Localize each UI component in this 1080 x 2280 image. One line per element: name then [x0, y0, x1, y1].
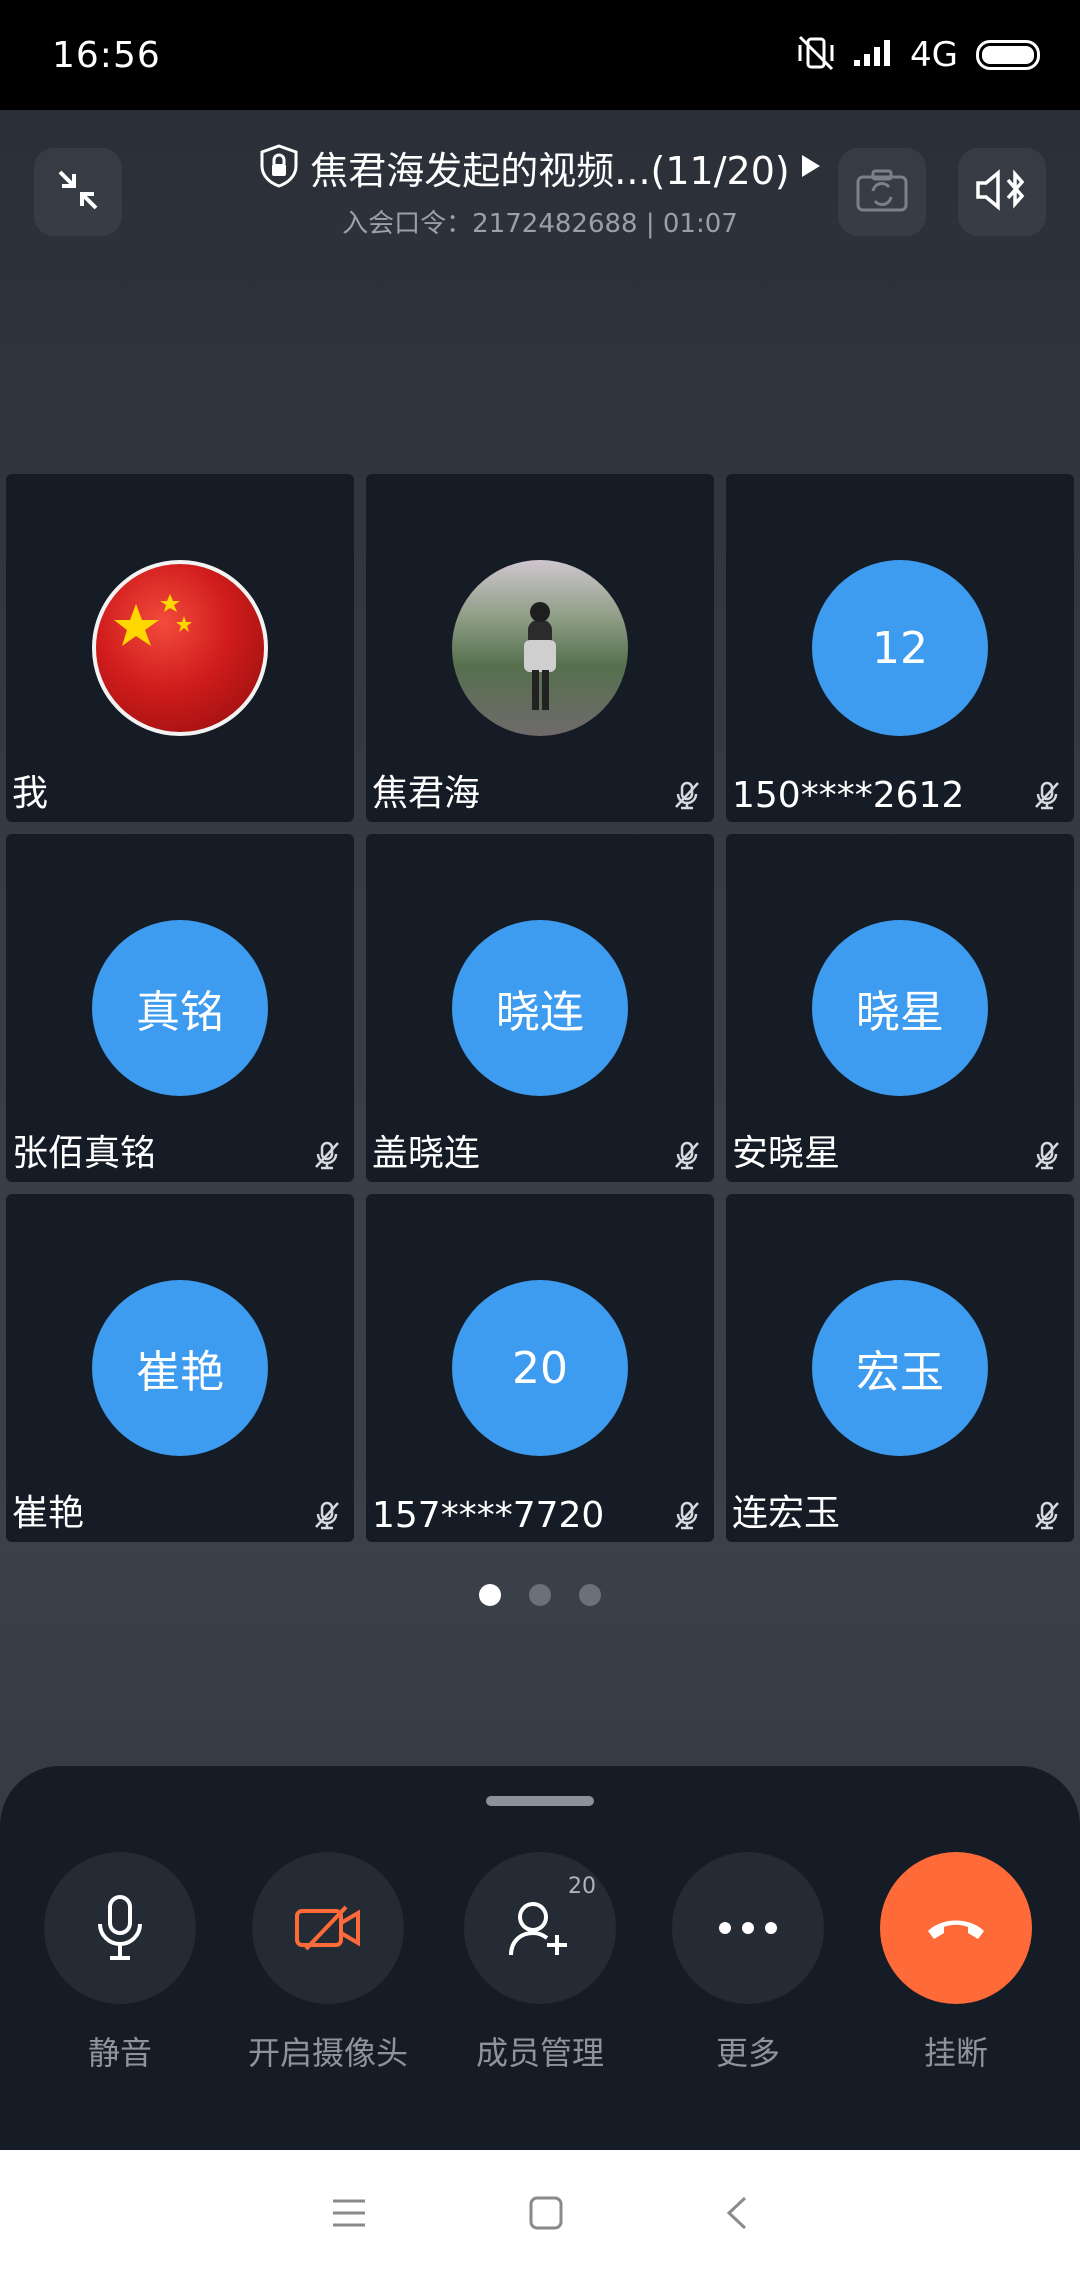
members-label: 成员管理	[475, 2034, 604, 2072]
participant-tile[interactable]: 20 157****7720	[366, 1194, 714, 1542]
members-control: 20 成员管理	[460, 1852, 620, 2074]
vibrate-off-icon	[796, 35, 836, 75]
participant-name: 盖晓连	[372, 1133, 481, 1174]
participant-name: 崔艳	[12, 1493, 85, 1534]
page-dot-3[interactable]	[579, 1584, 601, 1606]
avatar: 崔艳	[92, 1280, 268, 1456]
lock-icon	[258, 143, 300, 192]
mic-off-icon	[1035, 1141, 1059, 1170]
participant-tile[interactable]: 12 150****2612	[726, 474, 1074, 822]
play-arrow-icon	[800, 153, 822, 183]
participant-tile[interactable]: 晓星 安晓星	[726, 834, 1074, 1182]
participant-name: 安晓星	[732, 1133, 841, 1174]
audio-output-button[interactable]	[958, 148, 1046, 236]
hangup-control: 挂断	[876, 1852, 1036, 2074]
home-icon[interactable]	[528, 2195, 564, 2235]
recents-icon[interactable]	[331, 2198, 367, 2232]
mic-off-icon	[675, 1141, 699, 1170]
drag-handle[interactable]	[486, 1796, 594, 1806]
switch-camera-button[interactable]	[838, 148, 926, 236]
phone-hangup-icon	[928, 1920, 984, 1939]
signal-icon	[854, 38, 892, 72]
avatar: 真铭	[92, 920, 268, 1096]
mic-off-icon	[675, 1501, 699, 1530]
mic-off-icon	[315, 1141, 339, 1170]
call-title: 焦君海发起的视频...(11/20)	[310, 149, 790, 193]
control-panel: 静音 开启摄像头 20 成员管理 更多 挂断	[0, 1766, 1080, 2150]
avatar	[452, 560, 628, 736]
status-time: 16:56	[52, 34, 161, 76]
participant-name: 焦君海	[372, 773, 481, 814]
camera-off-icon	[295, 1905, 360, 1951]
back-icon[interactable]	[725, 2195, 749, 2235]
mute-control: 静音	[40, 1852, 200, 2074]
participant-name: 张佰真铭	[12, 1133, 157, 1174]
participant-tile[interactable]: 我	[6, 474, 354, 822]
mic-off-icon	[675, 781, 699, 810]
call-title-area[interactable]: 焦君海发起的视频...(11/20) 入会口令：2172482688 | 01:…	[240, 140, 840, 240]
add-member-icon	[509, 1902, 567, 1956]
avatar: 晓连	[452, 920, 628, 1096]
avatar: 12	[812, 560, 988, 736]
hangup-button[interactable]	[880, 1852, 1032, 2004]
camera-control: 开启摄像头	[248, 1852, 408, 2074]
minimize-icon	[54, 166, 102, 218]
participant-tile[interactable]: 晓连 盖晓连	[366, 834, 714, 1182]
more-dots-icon	[719, 1922, 777, 1934]
participant-name: 我	[12, 773, 49, 814]
participant-tile[interactable]: 宏玉 连宏玉	[726, 1194, 1074, 1542]
system-nav-bar	[0, 2150, 1080, 2280]
microphone-icon	[98, 1895, 142, 1960]
avatar: 20	[452, 1280, 628, 1456]
page-indicator	[0, 1584, 1080, 1606]
more-label: 更多	[715, 2034, 780, 2072]
avatar: 宏玉	[812, 1280, 988, 1456]
camera-label: 开启摄像头	[248, 2034, 409, 2072]
switch-camera-icon	[855, 167, 909, 217]
participant-tile[interactable]: 真铭 张佰真铭	[6, 834, 354, 1182]
speaker-bluetooth-icon	[974, 168, 1030, 216]
mic-off-icon	[1035, 781, 1059, 810]
members-button[interactable]: 20	[464, 1852, 616, 2004]
camera-button[interactable]	[252, 1852, 404, 2004]
avatar	[92, 560, 268, 736]
more-button[interactable]	[672, 1852, 824, 2004]
participant-name: 150****2612	[732, 775, 965, 816]
page-dot-2[interactable]	[529, 1584, 551, 1606]
battery-icon	[976, 40, 1040, 70]
mute-label: 静音	[87, 2034, 152, 2072]
meeting-code: 入会口令：2172482688 | 01:07	[342, 209, 738, 239]
participant-name: 连宏玉	[732, 1493, 841, 1534]
participant-tile[interactable]: 焦君海	[366, 474, 714, 822]
mic-off-icon	[315, 1501, 339, 1530]
minimize-button[interactable]	[34, 148, 122, 236]
avatar: 晓星	[812, 920, 988, 1096]
status-icons: 4G	[796, 35, 1040, 75]
participant-name: 157****7720	[372, 1495, 605, 1536]
members-count-badge: 20	[568, 1874, 596, 1899]
participant-tile[interactable]: 崔艳 崔艳	[6, 1194, 354, 1542]
hangup-label: 挂断	[923, 2034, 988, 2072]
mic-off-icon	[1035, 1501, 1059, 1530]
participant-grid: 我 焦君海 12 150****2612 真铭 张佰真铭 晓连 盖晓连 晓星 安…	[6, 474, 1074, 1542]
more-control: 更多	[668, 1852, 828, 2074]
mute-button[interactable]	[44, 1852, 196, 2004]
status-bar: 16:56 4G	[0, 0, 1080, 110]
page-dot-1[interactable]	[479, 1584, 501, 1606]
network-type: 4G	[910, 35, 958, 75]
